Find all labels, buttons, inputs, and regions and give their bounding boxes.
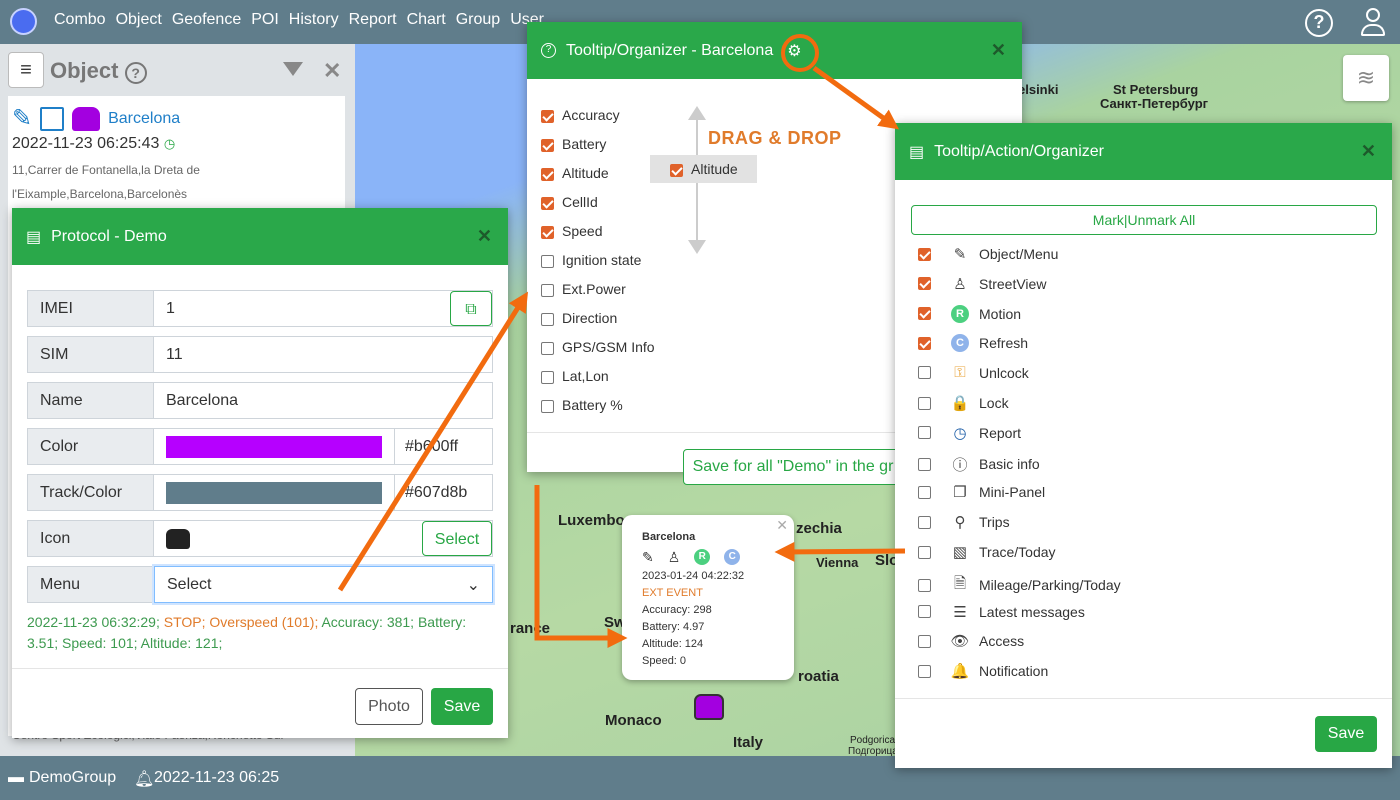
highlight-circle <box>781 34 819 72</box>
arrow <box>774 541 906 562</box>
annotation-arrows <box>337 34 906 648</box>
arrow <box>534 485 628 648</box>
arrow <box>812 65 900 130</box>
arrow <box>337 291 528 592</box>
